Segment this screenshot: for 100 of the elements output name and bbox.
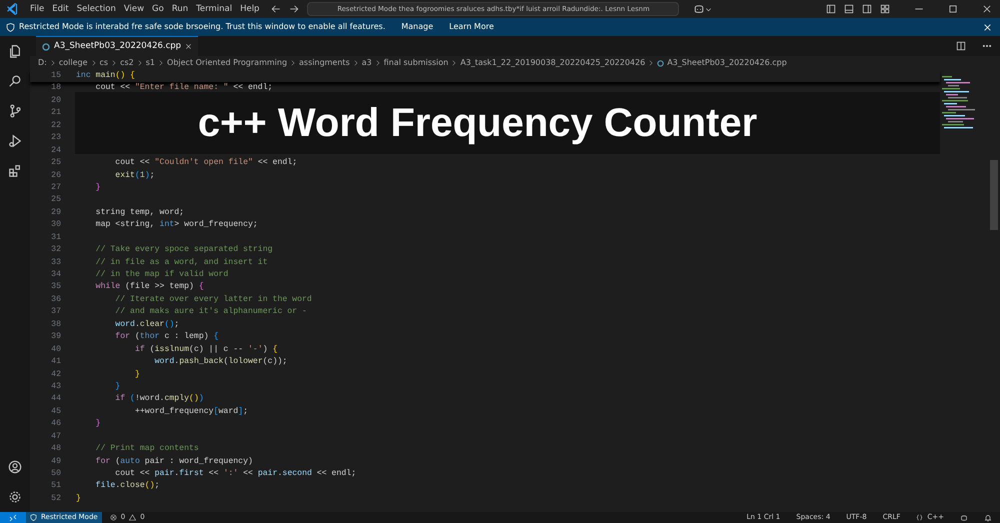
settings-icon[interactable] [8, 490, 22, 504]
line-number: 46 [50, 418, 61, 430]
layout-icon[interactable] [862, 4, 872, 14]
layout-icon[interactable] [844, 4, 854, 14]
line-number: 26 [50, 170, 61, 182]
line-number: 45 [50, 406, 61, 418]
line-number: 15 [50, 70, 61, 82]
back-arrow-icon[interactable] [271, 4, 282, 14]
warning-icon [129, 514, 136, 521]
menu-item[interactable]: Selection [72, 2, 120, 16]
code-line: cout << "Couldn't open file" << endl; [114, 157, 298, 170]
code-line: exit(1); [114, 170, 155, 182]
line-number: 27 [50, 182, 61, 194]
menu-item[interactable]: Run [168, 2, 192, 16]
chevron-icon [290, 60, 296, 66]
chevron-icon [648, 60, 654, 66]
shield-icon [6, 22, 15, 32]
braces-icon [916, 514, 924, 521]
code-line: map <string, int> word_frequency; [94, 219, 258, 232]
line-number: 24 [50, 144, 61, 157]
menu-item[interactable]: View [120, 2, 148, 16]
copilot-icon[interactable] [960, 514, 968, 522]
chevron-icon [352, 60, 359, 66]
chevron-icon [90, 60, 97, 66]
customize-layout-icon[interactable] [880, 4, 890, 14]
menu-item[interactable]: Help [236, 2, 264, 16]
banner-link[interactable]: Manage [401, 21, 434, 33]
line-number: 49 [50, 456, 61, 468]
line-number: 51 [50, 480, 61, 492]
shield-icon [30, 514, 37, 521]
menu-item[interactable]: Edit [48, 2, 73, 16]
code-line: // Take every spoce separated string [94, 244, 273, 256]
code-line: file.close(); [94, 480, 160, 492]
breadcrumb-item[interactable]: cs2 [120, 57, 134, 69]
line-number: 47 [50, 430, 61, 443]
line-number: 30 [50, 219, 61, 232]
extensions-icon[interactable] [8, 164, 22, 178]
account-icon[interactable] [8, 460, 22, 474]
breadcrumb-item[interactable]: cs [100, 57, 108, 69]
chevron-icon [136, 60, 143, 66]
chevron-icon [50, 60, 56, 66]
bell-icon[interactable] [984, 514, 992, 522]
split-editor-icon[interactable] [956, 41, 966, 51]
banner-link[interactable]: Learn More [449, 21, 494, 33]
menu-item[interactable]: File [26, 2, 48, 16]
line-number: 52 [50, 492, 61, 505]
code-line: ++word_frequency[ward]; [134, 406, 248, 418]
line-number: 35 [50, 281, 61, 294]
breadcrumb-item[interactable]: s1 [146, 57, 156, 69]
code-line: word.pash_back(lolower(c)); [154, 356, 288, 368]
maximize-icon[interactable] [948, 4, 958, 14]
scrollbar-thumb[interactable] [990, 160, 998, 230]
line-number: 21 [50, 107, 61, 120]
line-number: 33 [50, 256, 61, 269]
layout-icon[interactable] [826, 4, 836, 14]
breadcrumb-item[interactable]: A3_SheetPb03_20220426.cpp [667, 57, 787, 69]
breadcrumb-item[interactable]: college [58, 57, 88, 69]
banner-message: Restricted Mode is interabd fre safe sode brsoeing. Trust this window to enable all features. [19, 21, 386, 33]
menu-item[interactable]: Go [148, 2, 168, 16]
close-icon[interactable] [185, 43, 192, 50]
source-control-icon[interactable] [8, 104, 22, 118]
code-line: if (isslnum(c) || c -- '-') { [134, 344, 278, 356]
code-line: // and maks aure it's alphanumeric or - [114, 306, 307, 318]
breadcrumb-item[interactable]: Object Oriented Programming [167, 57, 288, 69]
line-number: 23 [50, 132, 61, 144]
line-number: 40 [50, 344, 61, 356]
breadcrumb-item[interactable]: D: [38, 57, 47, 69]
editor-tab[interactable]: A3_SheetPb03_20220426.cpp [36, 36, 198, 56]
code-line: // Print map contents [94, 443, 199, 456]
run-debug-icon[interactable] [8, 134, 22, 148]
line-number: 38 [50, 318, 61, 331]
close-icon[interactable] [982, 4, 992, 14]
files-icon[interactable] [8, 44, 22, 58]
line-number: 39 [50, 331, 61, 344]
line-number: 31 [50, 232, 61, 244]
line-number: 48 [50, 443, 61, 456]
search-icon[interactable] [8, 74, 22, 88]
forward-arrow-icon[interactable] [289, 4, 300, 14]
chevron-icon [451, 60, 458, 66]
copilot-icon[interactable] [693, 3, 706, 15]
code-line: // in file as a word, and insert it [94, 256, 268, 269]
line-number: 37 [50, 306, 61, 318]
breadcrumb-item[interactable]: A3_task1_22_20190038_20220425_20220426 [460, 57, 646, 69]
chevron-icon [374, 60, 381, 66]
banner-title: c++ Word Frequency Counter [198, 100, 758, 147]
code-line: } [94, 418, 101, 430]
code-line: for (thor c : lemp) { [114, 331, 218, 344]
line-number: 43 [50, 380, 61, 393]
breadcrumb-item[interactable]: assingments [299, 57, 350, 69]
line-number: 32 [50, 244, 61, 256]
caret-icon[interactable] [705, 6, 712, 12]
remote-icon [9, 514, 17, 522]
code-line: } [94, 182, 101, 194]
menu-item[interactable]: Terminal [192, 2, 236, 16]
breadcrumb-item[interactable]: final submission [384, 57, 448, 69]
code-line: cout << pair.first << ':' << pair.second << endl; [114, 468, 356, 480]
line-number: 34 [50, 269, 61, 281]
line-number: 29 [50, 206, 61, 219]
code-line: // in the map if valid word [94, 269, 228, 281]
breadcrumb-item[interactable]: a3 [362, 57, 372, 69]
